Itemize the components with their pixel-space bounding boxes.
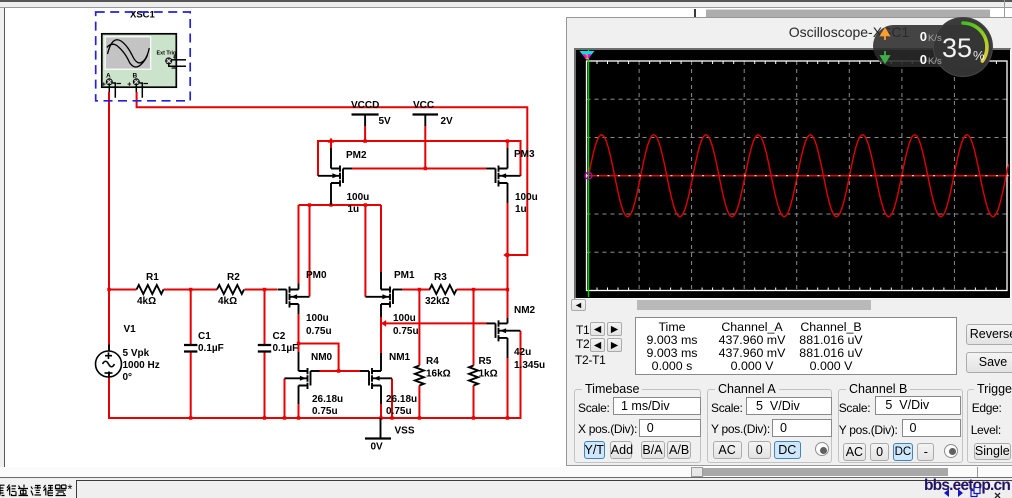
svg-text:5 Vpk: 5 Vpk [123, 348, 150, 359]
svg-text:*: * [68, 483, 73, 497]
svg-text:2V: 2V [441, 116, 454, 127]
svg-text:C1: C1 [198, 331, 211, 342]
svg-text:100u: 100u [515, 192, 538, 203]
svg-text:K/s: K/s [928, 33, 942, 44]
svg-text:1u: 1u [348, 204, 360, 215]
svg-text:R4: R4 [426, 356, 439, 367]
svg-text:0: 0 [920, 29, 927, 44]
svg-text:1000 Hz: 1000 Hz [123, 360, 160, 371]
svg-text:%: % [973, 48, 985, 63]
svg-text:C2: C2 [273, 331, 286, 342]
svg-text:+: + [102, 82, 106, 89]
svg-text:1u: 1u [515, 204, 527, 215]
svg-text:0.75u: 0.75u [306, 326, 332, 337]
svg-text:VCCD: VCCD [351, 100, 379, 111]
svg-text:NM0: NM0 [311, 352, 333, 363]
svg-text:1kΩ: 1kΩ [479, 369, 498, 380]
svg-text:42u: 42u [514, 347, 531, 358]
svg-text:K/s: K/s [928, 56, 942, 67]
svg-text:0.75u: 0.75u [312, 406, 338, 417]
svg-text:0: 0 [920, 52, 927, 67]
svg-text:32kΩ: 32kΩ [425, 296, 450, 307]
svg-text:PM3: PM3 [514, 149, 535, 160]
svg-text:V1: V1 [124, 324, 137, 335]
svg-text:R1: R1 [146, 272, 159, 283]
svg-text:+: + [127, 82, 131, 89]
svg-text:1: 1 [585, 54, 589, 61]
svg-text:26.18u: 26.18u [312, 394, 343, 405]
svg-text:VSS: VSS [395, 426, 415, 437]
svg-text:0.1µF: 0.1µF [198, 343, 224, 354]
svg-text:0°: 0° [123, 372, 133, 383]
svg-text:4kΩ: 4kΩ [218, 296, 237, 307]
svg-text:R3: R3 [434, 272, 447, 283]
svg-text:35: 35 [942, 33, 972, 63]
svg-text:16kΩ: 16kΩ [426, 369, 451, 380]
svg-text:100u: 100u [393, 313, 416, 324]
svg-text:100u: 100u [347, 192, 370, 203]
svg-text:26.18u: 26.18u [386, 394, 417, 405]
svg-text:VCC: VCC [413, 100, 434, 111]
svg-text:R2: R2 [227, 272, 240, 283]
svg-text:PM1: PM1 [394, 270, 415, 281]
svg-text:NM1: NM1 [389, 352, 411, 363]
svg-text:4kΩ: 4kΩ [137, 296, 156, 307]
svg-text:0.1µF: 0.1µF [273, 343, 299, 354]
svg-text:R5: R5 [479, 356, 492, 367]
svg-text:5V: 5V [379, 116, 392, 127]
svg-text:0V: 0V [371, 442, 384, 453]
svg-text:100u: 100u [306, 313, 329, 324]
svg-text:NM2: NM2 [514, 305, 536, 316]
svg-text:PM2: PM2 [346, 150, 367, 161]
svg-text:PM0: PM0 [306, 270, 327, 281]
svg-text:0.75u: 0.75u [386, 406, 412, 417]
svg-text:0.75u: 0.75u [393, 326, 419, 337]
svg-text:1.345u: 1.345u [514, 360, 545, 371]
